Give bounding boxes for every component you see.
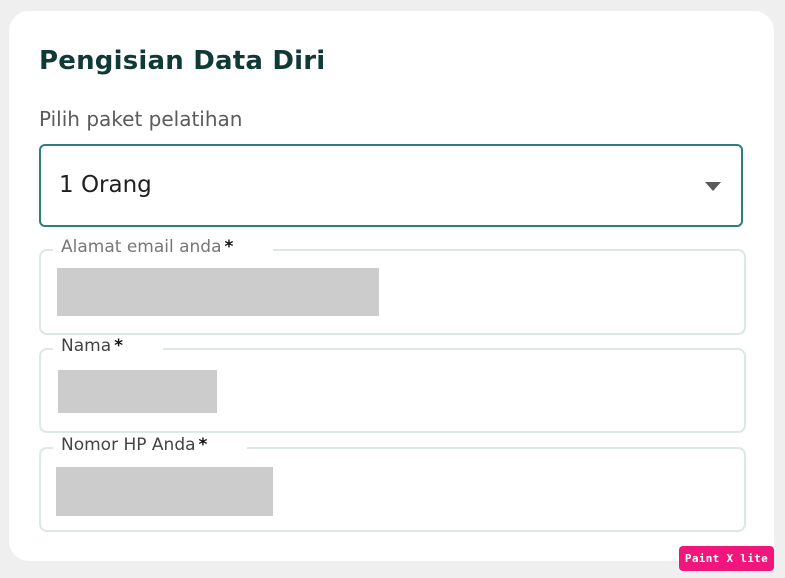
package-select-label: Pilih paket pelatihan	[39, 107, 243, 131]
required-mark: *	[114, 336, 124, 356]
paint-x-lite-badge: Paint X lite	[678, 546, 774, 571]
required-mark: *	[224, 237, 234, 257]
phone-field[interactable]: Nomor HP Anda *	[39, 435, 746, 532]
personal-data-card: Pengisian Data Diri Pilih paket pelatiha…	[9, 11, 774, 561]
name-field[interactable]: Nama *	[39, 336, 746, 433]
email-field-value-redacted	[57, 268, 379, 316]
name-field-value-redacted	[58, 370, 217, 413]
phone-field-label-text: Nomor HP Anda	[61, 435, 196, 455]
chevron-down-icon[interactable]	[705, 182, 721, 191]
phone-field-label: Nomor HP Anda *	[53, 435, 248, 455]
email-field-label: Alamat email anda *	[53, 237, 274, 257]
email-field-label-text: Alamat email anda	[61, 237, 222, 257]
phone-field-value-redacted	[56, 467, 273, 516]
name-field-label: Nama *	[53, 336, 164, 356]
page-title: Pengisian Data Diri	[39, 46, 326, 76]
package-select[interactable]: 1 Orang	[39, 144, 743, 227]
package-select-value: 1 Orang	[59, 172, 152, 198]
email-field[interactable]: Alamat email anda *	[39, 237, 746, 335]
name-field-label-text: Nama	[61, 336, 112, 356]
required-mark: *	[198, 435, 208, 455]
